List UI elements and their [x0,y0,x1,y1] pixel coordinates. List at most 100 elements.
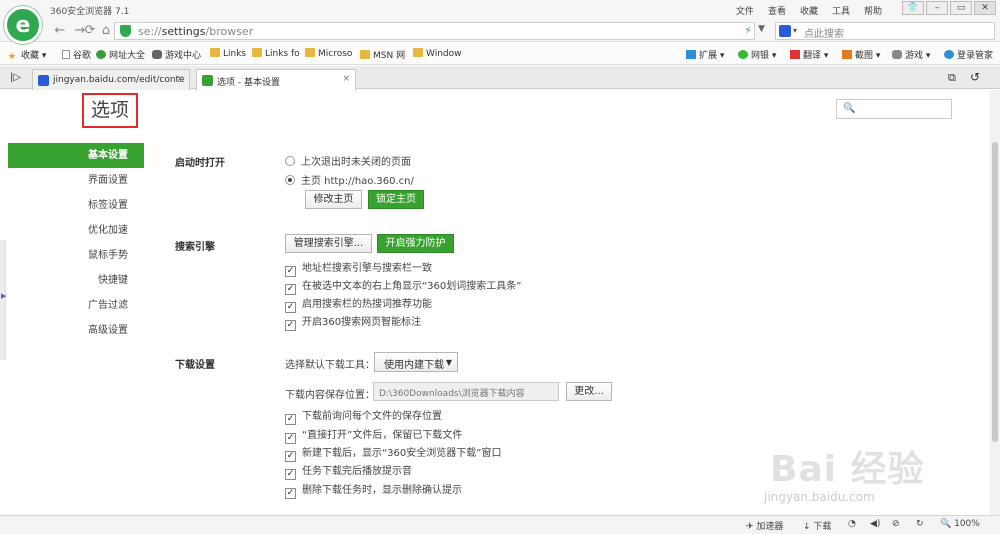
nav-tab-settings[interactable]: 标签设置 [8,193,144,218]
menu-file[interactable]: 文件 [736,4,754,17]
nav-basic-settings[interactable]: 基本设置 [8,143,144,168]
folder-icon [210,48,220,57]
expand-icon: ▶ [1,292,7,300]
nav-ad-filter[interactable]: 广告过滤 [8,293,144,318]
toolbar-games[interactable]: 游戏 ▾ [892,48,930,61]
bookmark-google[interactable]: 谷歌 [62,48,91,61]
grid-icon [686,50,696,59]
scrollbar-thumb[interactable] [992,142,998,442]
checkbox-show-download-window[interactable]: ✓ 新建下载后，显示“360安全浏览器下载”窗口 [285,444,501,462]
startup-option-homepage[interactable]: 主页 http://hao.360.cn/ [285,172,414,187]
nav-advanced[interactable]: 高级设置 [8,318,144,343]
baidu-favicon-icon [38,75,49,86]
url-text: se://settings/browser [138,25,254,38]
url-input[interactable]: se://settings/browser ⚡ [114,22,755,40]
bookmark-microsoft[interactable]: Microso [305,48,352,59]
lock-homepage-button[interactable]: 锁定主页 [368,190,424,209]
tab-settings[interactable]: 选项 - 基本设置 × [196,69,356,91]
download-icon: ↓ [803,522,811,532]
checkbox-play-sound[interactable]: ✓ 任务下载完后播放提示音 [285,462,412,480]
top-menu: 文件 查看 收藏 工具 帮助 [736,4,882,17]
download-button[interactable]: ↓ 下载 [803,519,831,532]
block-icon[interactable]: ⊘ [892,519,900,529]
app-title: 360安全浏览器 7.1 [50,7,130,17]
checkbox-checked-icon: ✓ [285,266,296,277]
undo-close-icon[interactable]: ↺ [970,70,980,84]
url-dropdown-icon[interactable]: ▼ [758,24,765,34]
edit-homepage-button[interactable]: 修改主页 [305,190,362,209]
speed-mode-icon[interactable]: ⚡ [744,24,752,37]
download-section-title: 下载设置 [175,360,215,371]
zoom-control[interactable]: 🔍 100% [940,519,980,529]
search-icon: 🔍 [843,103,856,114]
history-icon[interactable]: ↻ [916,519,924,529]
nav-optimize[interactable]: 优化加速 [8,218,144,243]
download-path-field[interactable]: D:\360Downloads\浏览器下载内容 [373,382,559,401]
menu-favorites[interactable]: 收藏 [800,4,818,17]
nav-shortcuts[interactable]: 快捷键 [8,268,144,293]
checkbox-ask-save-location[interactable]: ✓ 下载前询问每个文件的保存位置 [285,407,442,425]
tab-list-icon[interactable]: ⧉ [948,71,956,85]
sound-icon[interactable]: ◀) [870,519,880,529]
title-bar: e 360安全浏览器 7.1 文件 查看 收藏 工具 帮助 👕 – ▭ ✕ [0,0,1000,44]
tab-close-icon[interactable]: × [342,74,350,84]
folder-icon [305,48,315,57]
bookmark-links[interactable]: Links [210,48,246,59]
toolbar-translate[interactable]: 翻译 ▾ [790,48,828,61]
menu-help[interactable]: 帮助 [864,4,882,17]
home-icon[interactable]: ⌂ [96,22,116,40]
page-title: 选项 [82,93,138,128]
gamepad-icon [892,50,902,59]
dropdown-arrow-icon: ▼ [445,358,452,367]
skin-icon[interactable]: 👕 [902,1,924,15]
folder-icon [252,48,262,57]
search-engine-dropdown-icon[interactable]: ▾ [793,26,797,35]
download-tool-label: 选择默认下载工具： [285,360,375,371]
checkbox-selection-toolbar[interactable]: ✓ 在被选中文本的右上角显示“360划词搜索工具条” [285,277,521,295]
bookmark-links-for[interactable]: Links fo [252,48,300,59]
toolbar-login-manager[interactable]: 登录管家 [944,48,993,61]
bookmark-favorites[interactable]: ★ 收藏 ▾ [8,48,46,62]
address-bar: ← → ⟳ ⌂ se://settings/browser ⚡ ▼ ▾ 点此搜索 [0,20,1000,42]
mute-icon[interactable]: ◔ [848,519,856,529]
download-path-label: 下载内容保存位置： [285,390,375,401]
checkbox-hot-search[interactable]: ✓ 启用搜索栏的热搜词推荐功能 [285,295,432,313]
maximize-button[interactable]: ▭ [950,1,972,15]
checkbox-addressbar-sync[interactable]: ✓ 地址栏搜索引擎与搜索栏一致 [285,259,432,277]
settings-search-input[interactable]: 🔍 [836,99,952,119]
toolbar-bank[interactable]: 网银 ▾ [738,48,776,61]
enable-protection-button[interactable]: 开启强力防护 [377,234,454,253]
toolbar-screenshot[interactable]: 截图 ▾ [842,48,880,61]
tab-jingyan[interactable]: jingyan.baidu.com/edit/conte × [32,69,190,90]
bookmark-windows[interactable]: Window [413,48,462,59]
tab-close-icon[interactable]: × [176,74,184,84]
search-engine-icon[interactable] [779,25,791,37]
search-input[interactable]: ▾ 点此搜索 [775,22,995,40]
minimize-button[interactable]: – [926,1,948,15]
change-path-button[interactable]: 更改... [566,382,612,401]
close-button[interactable]: ✕ [974,1,996,15]
bookmark-msn[interactable]: MSN 网 [360,48,405,61]
checkbox-smart-label[interactable]: ✓ 开启360搜索网页智能标注 [285,313,421,331]
accelerator-button[interactable]: ✈ 加速器 [746,519,783,532]
left-sidebar-handle[interactable]: ▶ [0,240,6,360]
manage-search-engine-button[interactable]: 管理搜索引擎... [285,234,372,253]
translate-icon [790,50,800,59]
checkbox-checked-icon: ✓ [285,284,296,295]
sidebar-toggle-icon[interactable]: |▷ [10,72,21,83]
toolbar-extensions[interactable]: 扩展 ▾ [686,48,724,61]
menu-tools[interactable]: 工具 [832,4,850,17]
checkbox-keep-after-open[interactable]: ✓ “直接打开”文件后，保留已下载文件 [285,426,462,444]
bookmark-hao360[interactable]: 网址大全 [96,48,145,61]
download-tool-select[interactable]: 使用内建下载 ▼ [374,352,458,372]
checkbox-confirm-delete[interactable]: ✓ 删除下载任务时，显示删除确认提示 [285,481,462,499]
nav-interface-settings[interactable]: 界面设置 [8,168,144,193]
back-icon[interactable]: ← [50,22,70,40]
startup-option-last-session[interactable]: 上次退出时未关闭的页面 [285,153,411,168]
startup-section-title: 启动时打开 [175,158,225,169]
status-bar: ✈ 加速器 ↓ 下载 ◔ ◀) ⊘ ↻ 🔍 100% [0,515,1000,534]
search-placeholder: 点此搜索 [804,29,844,40]
bookmark-game-center[interactable]: 游戏中心 [152,48,201,61]
menu-view[interactable]: 查看 [768,4,786,17]
nav-mouse-gestures[interactable]: 鼠标手势 [8,243,144,268]
